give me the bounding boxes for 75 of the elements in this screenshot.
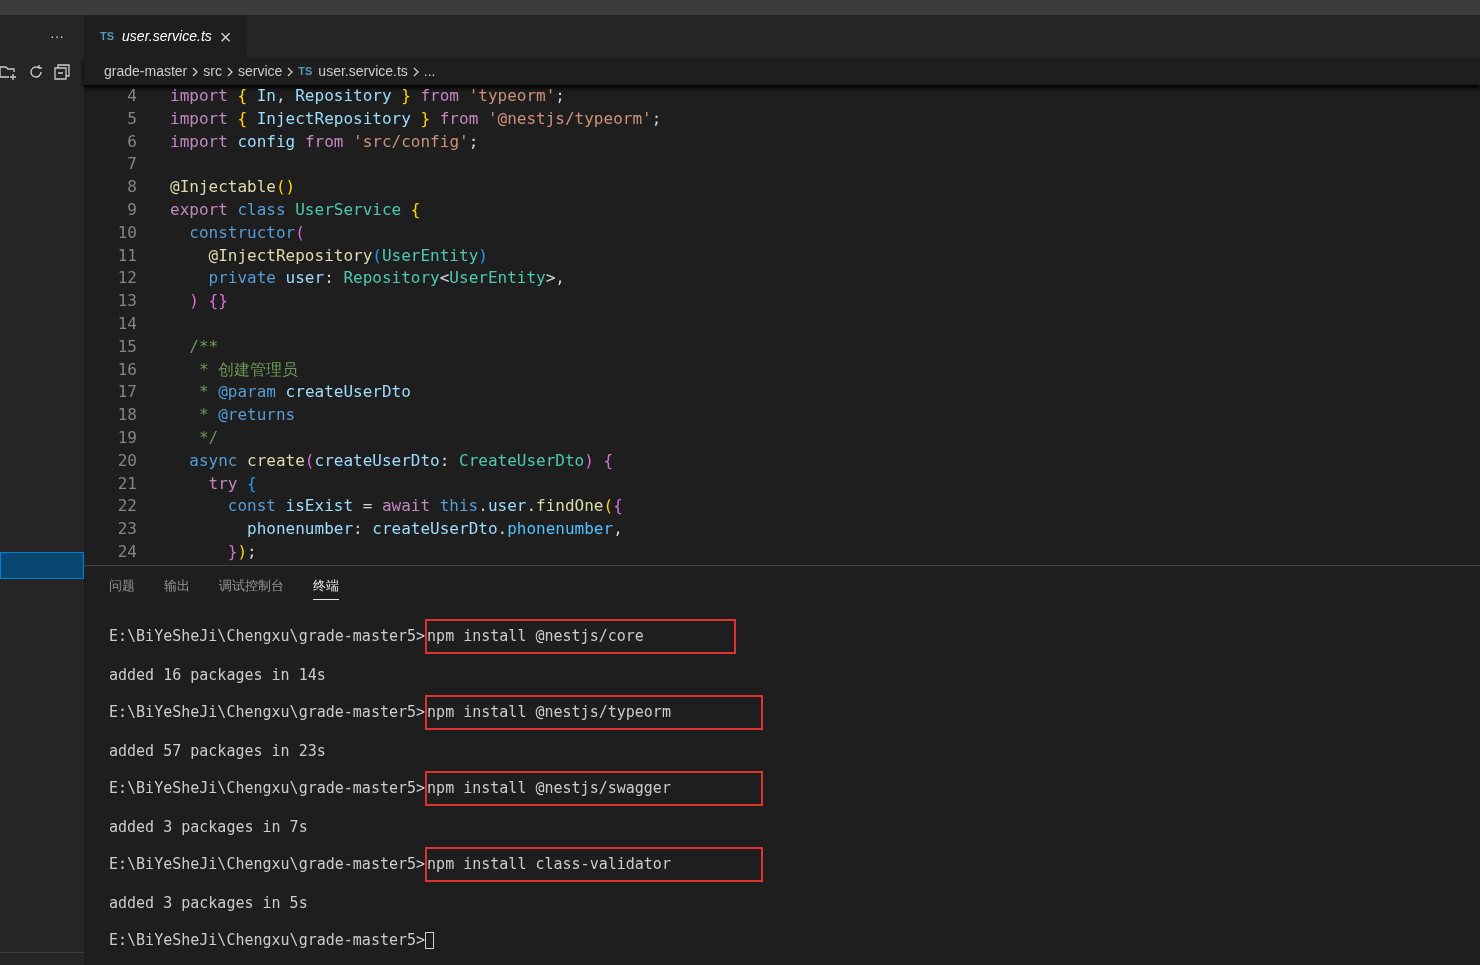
code-line: async create(createUserDto: CreateUserDto) { (188, 449, 614, 472)
chevron-icon (286, 65, 295, 78)
prompt-path: E:\BiYeSheJi\Chengxu\grade-master5> (109, 854, 426, 876)
prompt-path: E:\BiYeSheJi\Chengxu\grade-master5> (109, 930, 426, 952)
line-number: 8 (126, 176, 137, 199)
line-number: 11 (116, 244, 137, 267)
panel-tab[interactable]: 问题 (109, 576, 135, 600)
code-line: try { (207, 472, 257, 495)
line-number: 18 (116, 404, 137, 427)
code-line: export class UserService { (170, 199, 421, 221)
line-number: 12 (116, 267, 137, 290)
code-line: import { In, Repository } from 'typeorm'; (170, 85, 565, 107)
code-line: * @param createUserDto (197, 381, 411, 404)
breadcrumb-item[interactable]: src (203, 61, 222, 82)
language-label: TS (100, 29, 115, 45)
line-number: 23 (116, 518, 137, 541)
line-number: 9 (126, 199, 137, 221)
panel-tab[interactable]: 终端 (313, 576, 339, 600)
prompt-path: E:\BiYeSheJi\Chengxu\grade-master5> (109, 778, 426, 800)
tab-label: user.service.ts (122, 27, 212, 46)
collapse-icon[interactable] (54, 63, 70, 80)
line-number: 22 (116, 495, 137, 518)
line-number: 7 (126, 153, 137, 176)
command-text: npm install @nestjs/typeorm (425, 695, 763, 730)
code-line: constructor( (188, 221, 305, 244)
new-folder-icon[interactable] (0, 63, 18, 80)
panel-tab[interactable]: 输出 (164, 576, 190, 600)
more-button[interactable]: ··· (50, 26, 64, 47)
prompt-path: E:\BiYeSheJi\Chengxu\grade-master5> (109, 626, 426, 648)
output-text: added 3 packages in 7s (109, 816, 309, 838)
breadcrumb-item[interactable]: grade-master (104, 61, 188, 82)
breadcrumb-item[interactable]: service (237, 61, 283, 82)
breadcrumb-item[interactable]: user.service.ts (318, 61, 408, 82)
line-number: 5 (126, 107, 137, 130)
chevron-icon (191, 65, 200, 78)
code-line: phonenumber: createUserDto.phonenumber, (246, 518, 623, 541)
prompt-path: E:\BiYeSheJi\Chengxu\grade-master5> (109, 702, 426, 724)
command-text: npm install @nestjs/swagger (425, 771, 763, 806)
code-line: @InjectRepository(UserEntity) (207, 244, 488, 267)
command-text: npm install class-validator (425, 847, 763, 882)
chevron-icon (225, 65, 234, 78)
code-line: private user: Repository<UserEntity>, (207, 267, 565, 290)
command-text: npm install @nestjs/core (425, 619, 736, 654)
panel-tab[interactable]: 调试控制台 (219, 576, 284, 600)
language-label: TS (298, 64, 313, 80)
line-number: 14 (116, 312, 137, 335)
line-number: 24 (116, 540, 137, 563)
chevron-icon (411, 65, 420, 78)
editor-tab[interactable]: TS user.service.ts × (84, 15, 248, 58)
line-number: 13 (116, 290, 137, 313)
close-button[interactable]: × (219, 26, 232, 47)
code-line: const isExist = await this.user.findOne({ (226, 495, 623, 518)
line-number: 20 (116, 449, 137, 472)
code-line: * @returns (197, 404, 296, 427)
output-text: added 16 packages in 14s (109, 664, 327, 686)
breadcrumb-item[interactable]: ... (423, 61, 436, 82)
code-line: }); (226, 540, 257, 563)
line-number: 6 (126, 130, 137, 153)
code-line: /** (188, 335, 219, 358)
output-text: added 57 packages in 23s (109, 740, 327, 762)
line-number: 15 (116, 335, 137, 358)
line-number: 21 (116, 472, 137, 495)
code-line: import config from 'src/config'; (170, 130, 479, 153)
line-number: 10 (116, 221, 137, 244)
code-line: ) {} (188, 290, 228, 313)
code-line: @Injectable() (170, 176, 296, 199)
code-line: * 创建管理员 (197, 358, 299, 381)
refresh-icon[interactable] (28, 63, 44, 80)
line-number: 16 (116, 358, 137, 381)
line-number: 17 (116, 381, 137, 404)
line-number: 19 (116, 426, 137, 449)
code-line: */ (197, 426, 219, 449)
code-line: import { InjectRepository } from '@nestjs/typeorm'; (170, 107, 662, 130)
output-text: added 3 packages in 5s (109, 892, 309, 914)
line-number: 4 (126, 85, 137, 107)
